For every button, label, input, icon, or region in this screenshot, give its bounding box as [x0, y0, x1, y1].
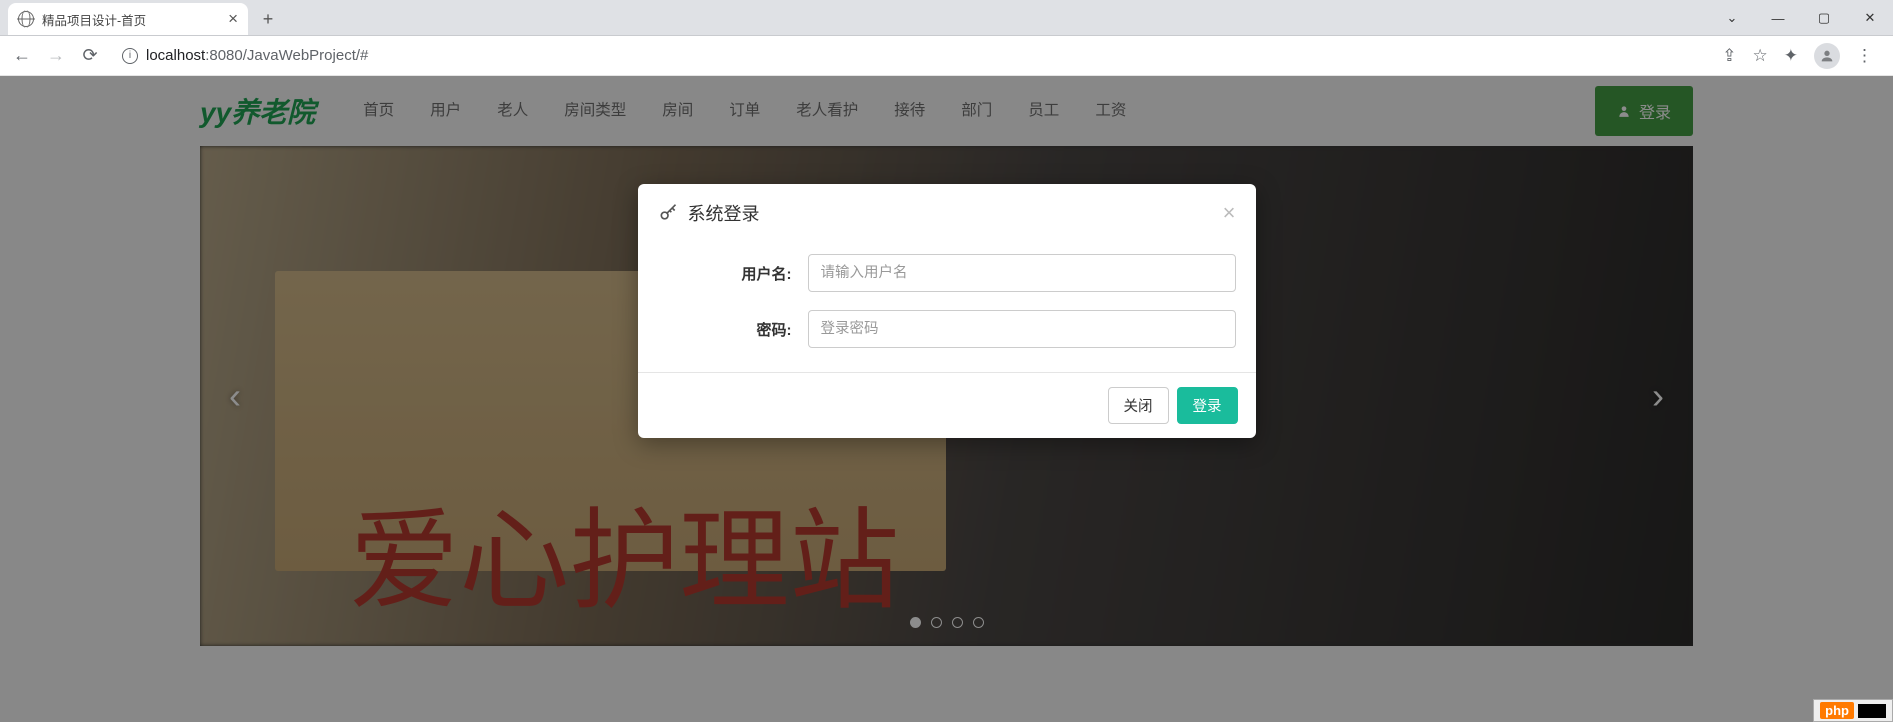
form-row-password: 密码: [658, 310, 1236, 348]
submit-button[interactable]: 登录 [1177, 387, 1238, 424]
password-label: 密码: [658, 319, 808, 340]
login-modal: 系统登录 × 用户名: 密码: 关闭 登录 [638, 184, 1256, 438]
address-bar[interactable]: i localhost:8080/JavaWebProject/# [112, 41, 1712, 71]
url: localhost:8080/JavaWebProject/# [146, 47, 368, 64]
tab-close-icon[interactable]: × [228, 9, 238, 29]
username-input[interactable] [808, 254, 1236, 292]
php-badge: php [1813, 699, 1893, 722]
window-dropdown-icon[interactable]: ⌄ [1709, 0, 1755, 36]
modal-header: 系统登录 × [638, 184, 1256, 240]
browser-toolbar: ← → ⟳ i localhost:8080/JavaWebProject/# … [0, 36, 1893, 76]
url-port: :8080 [205, 47, 243, 64]
close-button[interactable]: 关闭 [1108, 387, 1169, 424]
profile-avatar[interactable] [1814, 43, 1840, 69]
modal-footer: 关闭 登录 [638, 372, 1256, 438]
bookmark-icon[interactable]: ☆ [1753, 46, 1768, 66]
share-icon[interactable]: ⇪ [1722, 46, 1736, 66]
site-info-icon[interactable]: i [122, 48, 138, 64]
globe-icon [18, 11, 34, 27]
window-minimize-icon[interactable]: — [1755, 0, 1801, 36]
key-icon [658, 203, 678, 223]
modal-close-icon[interactable]: × [1223, 200, 1236, 226]
browser-tab[interactable]: 精品项目设计-首页 × [8, 3, 248, 35]
page: yy养老院 首页 用户 老人 房间类型 房间 订单 老人看护 接待 部门 员工 … [0, 76, 1893, 722]
modal-body: 用户名: 密码: [638, 240, 1256, 372]
browser-tab-strip: 精品项目设计-首页 × + ⌄ — ▢ ✕ [0, 0, 1893, 36]
form-row-username: 用户名: [658, 254, 1236, 292]
window-maximize-icon[interactable]: ▢ [1801, 0, 1847, 36]
username-label: 用户名: [658, 263, 808, 284]
forward-button[interactable]: → [44, 44, 68, 68]
password-input[interactable] [808, 310, 1236, 348]
window-controls: ⌄ — ▢ ✕ [1709, 0, 1893, 36]
url-path: /JavaWebProject/# [243, 47, 369, 64]
modal-title: 系统登录 [688, 200, 760, 226]
extensions-icon[interactable]: ✦ [1784, 46, 1798, 66]
php-badge-box [1858, 704, 1886, 718]
reload-button[interactable]: ⟳ [78, 44, 102, 68]
window-close-icon[interactable]: ✕ [1847, 0, 1893, 36]
new-tab-button[interactable]: + [254, 5, 282, 33]
php-badge-label: php [1820, 702, 1854, 719]
back-button[interactable]: ← [10, 44, 34, 68]
tab-title: 精品项目设计-首页 [42, 10, 220, 29]
url-host: localhost [146, 47, 205, 64]
toolbar-right: ⇪ ☆ ✦ ⋮ [1722, 43, 1883, 69]
menu-icon[interactable]: ⋮ [1856, 46, 1873, 66]
